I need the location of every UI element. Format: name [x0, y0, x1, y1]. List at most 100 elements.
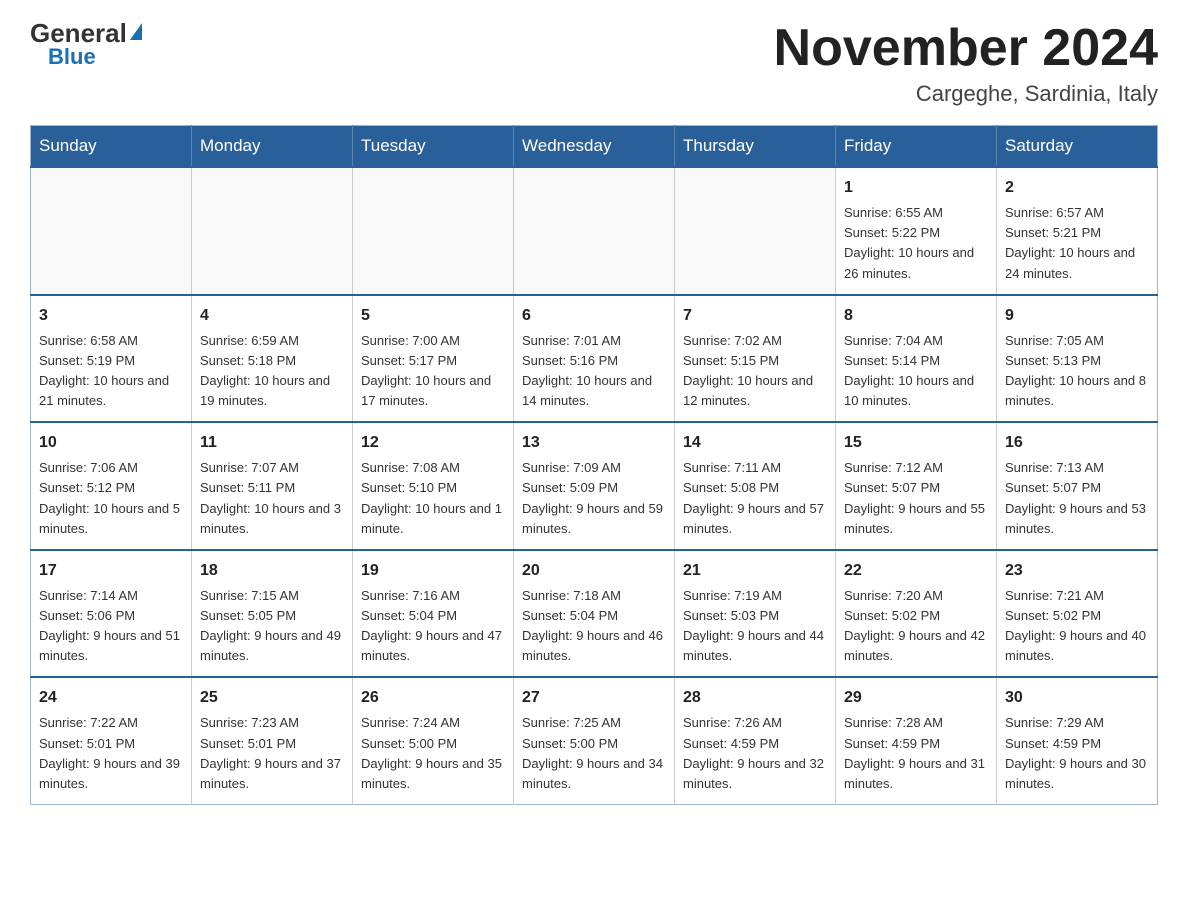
day-info: Sunrise: 6:55 AMSunset: 5:22 PMDaylight:…: [844, 203, 988, 284]
calendar-week-row: 1 Sunrise: 6:55 AMSunset: 5:22 PMDaylight…: [31, 167, 1158, 295]
day-info: Sunrise: 7:00 AMSunset: 5:17 PMDaylight:…: [361, 331, 505, 412]
calendar-cell: 17Sunrise: 7:14 AMSunset: 5:06 PMDayligh…: [31, 550, 192, 678]
calendar-cell: 3Sunrise: 6:58 AMSunset: 5:19 PMDaylight…: [31, 295, 192, 423]
calendar-week-row: 24 Sunrise: 7:22 AMSunset: 5:01 PMDayligh…: [31, 677, 1158, 804]
day-info: Sunrise: 7:06 AMSunset: 5:12 PMDaylight:…: [39, 458, 183, 539]
day-number: 18: [200, 559, 344, 583]
page-header: General Blue November 2024 Cargeghe, Sar…: [30, 20, 1158, 107]
calendar-cell: 15Sunrise: 7:12 AMSunset: 5:07 PMDayligh…: [836, 422, 997, 550]
calendar-cell: 12 Sunrise: 7:08 AMSunset: 5:10 PMDayligh…: [353, 422, 514, 550]
day-info: Sunrise: 7:08 AMSunset: 5:10 PMDaylight:…: [361, 458, 505, 539]
day-number: 28: [683, 686, 827, 710]
day-info: Sunrise: 7:13 AMSunset: 5:07 PMDaylight:…: [1005, 458, 1149, 539]
logo-triangle-icon: [130, 23, 142, 40]
day-number: 19: [361, 559, 505, 583]
calendar-cell: 6 Sunrise: 7:01 AMSunset: 5:16 PMDaylight…: [514, 295, 675, 423]
day-info: Sunrise: 7:15 AMSunset: 5:05 PMDaylight:…: [200, 586, 344, 667]
day-number: 12: [361, 431, 505, 455]
day-info: Sunrise: 7:24 AMSunset: 5:00 PMDaylight:…: [361, 713, 505, 794]
calendar-cell: 26 Sunrise: 7:24 AMSunset: 5:00 PMDayligh…: [353, 677, 514, 804]
day-info: Sunrise: 7:23 AMSunset: 5:01 PMDaylight:…: [200, 713, 344, 794]
day-number: 27: [522, 686, 666, 710]
calendar-week-row: 3Sunrise: 6:58 AMSunset: 5:19 PMDaylight…: [31, 295, 1158, 423]
calendar-title: November 2024: [774, 20, 1158, 77]
day-info: Sunrise: 7:25 AMSunset: 5:00 PMDaylight:…: [522, 713, 666, 794]
header-wednesday: Wednesday: [514, 126, 675, 168]
day-number: 29: [844, 686, 988, 710]
day-number: 11: [200, 431, 344, 455]
day-info: Sunrise: 7:18 AMSunset: 5:04 PMDaylight:…: [522, 586, 666, 667]
logo-general-text: General: [30, 20, 127, 46]
day-info: Sunrise: 7:05 AMSunset: 5:13 PMDaylight:…: [1005, 331, 1149, 412]
day-info: Sunrise: 7:04 AMSunset: 5:14 PMDaylight:…: [844, 331, 988, 412]
day-info: Sunrise: 7:29 AMSunset: 4:59 PMDaylight:…: [1005, 713, 1149, 794]
day-number: 26: [361, 686, 505, 710]
day-number: 13: [522, 431, 666, 455]
calendar-subtitle: Cargeghe, Sardinia, Italy: [774, 81, 1158, 107]
day-info: Sunrise: 7:22 AMSunset: 5:01 PMDaylight:…: [39, 713, 183, 794]
calendar-cell: 11 Sunrise: 7:07 AMSunset: 5:11 PMDayligh…: [192, 422, 353, 550]
day-info: Sunrise: 7:02 AMSunset: 5:15 PMDaylight:…: [683, 331, 827, 412]
day-number: 16: [1005, 431, 1149, 455]
calendar-cell: 18 Sunrise: 7:15 AMSunset: 5:05 PMDayligh…: [192, 550, 353, 678]
calendar-week-row: 17Sunrise: 7:14 AMSunset: 5:06 PMDayligh…: [31, 550, 1158, 678]
day-number: 5: [361, 304, 505, 328]
calendar-cell: 30Sunrise: 7:29 AMSunset: 4:59 PMDayligh…: [997, 677, 1158, 804]
calendar-week-row: 10 Sunrise: 7:06 AMSunset: 5:12 PMDayligh…: [31, 422, 1158, 550]
calendar-header-row: Sunday Monday Tuesday Wednesday Thursday…: [31, 126, 1158, 168]
day-number: 25: [200, 686, 344, 710]
day-info: Sunrise: 6:57 AMSunset: 5:21 PMDaylight:…: [1005, 203, 1149, 284]
day-info: Sunrise: 7:12 AMSunset: 5:07 PMDaylight:…: [844, 458, 988, 539]
calendar-table: Sunday Monday Tuesday Wednesday Thursday…: [30, 125, 1158, 805]
calendar-cell: 2 Sunrise: 6:57 AMSunset: 5:21 PMDaylight…: [997, 167, 1158, 295]
header-tuesday: Tuesday: [353, 126, 514, 168]
day-info: Sunrise: 6:59 AMSunset: 5:18 PMDaylight:…: [200, 331, 344, 412]
calendar-cell: 4Sunrise: 6:59 AMSunset: 5:18 PMDaylight…: [192, 295, 353, 423]
calendar-cell: 13 Sunrise: 7:09 AMSunset: 5:09 PMDayligh…: [514, 422, 675, 550]
calendar-cell: [514, 167, 675, 295]
day-number: 22: [844, 559, 988, 583]
day-number: 2: [1005, 176, 1149, 200]
calendar-cell: 29 Sunrise: 7:28 AMSunset: 4:59 PMDayligh…: [836, 677, 997, 804]
calendar-cell: 24 Sunrise: 7:22 AMSunset: 5:01 PMDayligh…: [31, 677, 192, 804]
day-info: Sunrise: 7:07 AMSunset: 5:11 PMDaylight:…: [200, 458, 344, 539]
day-number: 21: [683, 559, 827, 583]
day-number: 14: [683, 431, 827, 455]
calendar-cell: 22Sunrise: 7:20 AMSunset: 5:02 PMDayligh…: [836, 550, 997, 678]
calendar-cell: 7 Sunrise: 7:02 AMSunset: 5:15 PMDaylight…: [675, 295, 836, 423]
calendar-cell: 1 Sunrise: 6:55 AMSunset: 5:22 PMDaylight…: [836, 167, 997, 295]
header-friday: Friday: [836, 126, 997, 168]
day-info: Sunrise: 7:16 AMSunset: 5:04 PMDaylight:…: [361, 586, 505, 667]
day-info: Sunrise: 7:21 AMSunset: 5:02 PMDaylight:…: [1005, 586, 1149, 667]
calendar-cell: 28 Sunrise: 7:26 AMSunset: 4:59 PMDayligh…: [675, 677, 836, 804]
day-info: Sunrise: 7:11 AMSunset: 5:08 PMDaylight:…: [683, 458, 827, 539]
calendar-cell: [675, 167, 836, 295]
day-number: 10: [39, 431, 183, 455]
header-saturday: Saturday: [997, 126, 1158, 168]
calendar-cell: [31, 167, 192, 295]
day-number: 17: [39, 559, 183, 583]
calendar-cell: 21Sunrise: 7:19 AMSunset: 5:03 PMDayligh…: [675, 550, 836, 678]
day-number: 3: [39, 304, 183, 328]
header-monday: Monday: [192, 126, 353, 168]
day-info: Sunrise: 7:28 AMSunset: 4:59 PMDaylight:…: [844, 713, 988, 794]
title-block: November 2024 Cargeghe, Sardinia, Italy: [774, 20, 1158, 107]
day-number: 8: [844, 304, 988, 328]
header-thursday: Thursday: [675, 126, 836, 168]
calendar-cell: 8 Sunrise: 7:04 AMSunset: 5:14 PMDaylight…: [836, 295, 997, 423]
day-number: 24: [39, 686, 183, 710]
logo: General Blue: [30, 20, 142, 70]
day-number: 1: [844, 176, 988, 200]
day-number: 6: [522, 304, 666, 328]
header-sunday: Sunday: [31, 126, 192, 168]
day-info: Sunrise: 7:09 AMSunset: 5:09 PMDaylight:…: [522, 458, 666, 539]
day-info: Sunrise: 7:01 AMSunset: 5:16 PMDaylight:…: [522, 331, 666, 412]
calendar-cell: 20 Sunrise: 7:18 AMSunset: 5:04 PMDayligh…: [514, 550, 675, 678]
day-info: Sunrise: 7:26 AMSunset: 4:59 PMDaylight:…: [683, 713, 827, 794]
day-number: 7: [683, 304, 827, 328]
calendar-cell: 16 Sunrise: 7:13 AMSunset: 5:07 PMDayligh…: [997, 422, 1158, 550]
calendar-cell: 5 Sunrise: 7:00 AMSunset: 5:17 PMDaylight…: [353, 295, 514, 423]
day-number: 20: [522, 559, 666, 583]
calendar-cell: 27 Sunrise: 7:25 AMSunset: 5:00 PMDayligh…: [514, 677, 675, 804]
calendar-cell: 25 Sunrise: 7:23 AMSunset: 5:01 PMDayligh…: [192, 677, 353, 804]
